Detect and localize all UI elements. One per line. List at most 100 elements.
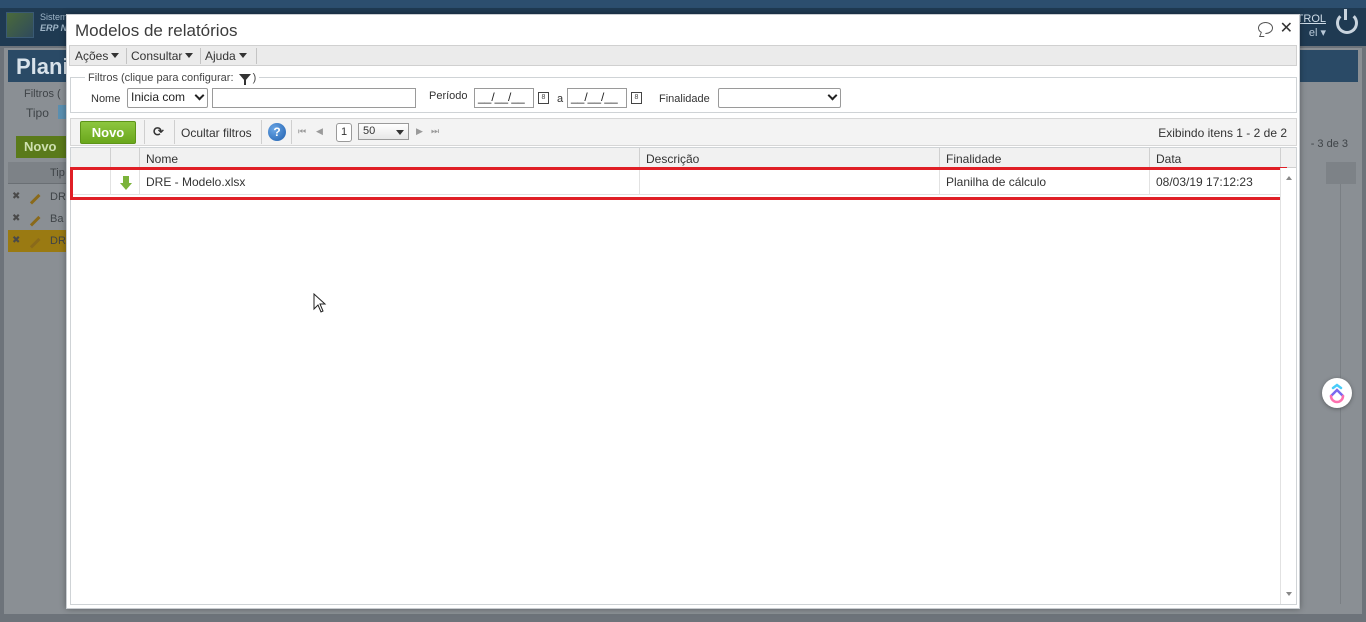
app-row-label: DR [50, 235, 66, 247]
filters-legend[interactable]: Filtros (clique para configurar: ) [85, 72, 260, 85]
menu-acoes-label: Ações [75, 49, 109, 63]
date-from-input[interactable]: __/__/__ [474, 88, 534, 108]
power-icon[interactable] [1336, 9, 1358, 34]
edit-icon[interactable] [23, 209, 41, 227]
system-line-1: Sistem [40, 12, 68, 22]
close-icon[interactable]: ✕ [1280, 18, 1293, 38]
app-grid-header-right [1326, 162, 1356, 184]
dialog-menubar: Ações Consultar Ajuda [69, 45, 1297, 66]
grid-header-action [111, 148, 140, 168]
last-page-icon[interactable]: ⏭ [431, 126, 439, 137]
finalidade-select[interactable] [718, 88, 841, 108]
row-blank-cell [71, 168, 111, 194]
cell-finalidade: Planilha de cálculo [940, 168, 1150, 194]
caret-down-icon [238, 53, 247, 58]
nome-operator-select[interactable]: Inicia com [127, 88, 208, 108]
column-descricao[interactable]: Descrição [640, 148, 940, 168]
cell-nome[interactable]: DRE - Modelo.xlsx [140, 168, 640, 194]
nome-input[interactable] [212, 88, 416, 108]
chevron-down-icon [827, 90, 838, 101]
grid-header-blank [71, 148, 111, 168]
delete-icon[interactable]: ✖ [12, 235, 20, 246]
toolbar-separator [291, 120, 292, 144]
table-row[interactable]: DRE - Modelo.xlsx Planilha de cálculo 08… [71, 168, 1282, 195]
menu-consultar-label: Consultar [131, 49, 183, 63]
page-size-value: 50 [363, 125, 376, 137]
grid-toolbar: Novo ⟳ Ocultar filtros ? ⏮ ◀ 1 50 ▶ ⏭ Ex… [70, 118, 1297, 146]
scroll-up-icon[interactable] [1286, 176, 1292, 180]
filters-legend-text[interactable]: Filtros (clique para configurar: [88, 72, 234, 84]
grid-scrollbar[interactable] [1280, 168, 1296, 604]
cursor-icon [313, 293, 327, 313]
download-icon[interactable] [120, 176, 132, 190]
items-count: Exibindo itens 1 - 2 de 2 [1158, 126, 1287, 140]
comment-icon[interactable] [1258, 22, 1273, 34]
app-user-menu[interactable]: TROL el ▾ [1297, 12, 1326, 40]
scroll-down-icon[interactable] [1286, 592, 1292, 596]
page-size-select[interactable]: 50 [358, 123, 409, 140]
column-finalidade[interactable]: Finalidade [940, 148, 1150, 168]
chevron-down-icon [396, 130, 404, 135]
column-nome[interactable]: Nome [140, 148, 640, 168]
chevron-down-icon [194, 90, 205, 101]
toolbar-separator [174, 120, 175, 144]
app-grid-row[interactable]: ✖ DR [8, 186, 68, 208]
app-grid-row-selected[interactable]: ✖ DR [8, 230, 68, 252]
user-line-1[interactable]: TROL [1297, 13, 1326, 25]
calendar-icon[interactable]: 8 [538, 92, 549, 104]
caret-down-icon [111, 53, 120, 58]
app-novo-button[interactable]: Novo [16, 136, 72, 158]
menu-separator [200, 48, 201, 64]
menu-ajuda-label: Ajuda [205, 49, 236, 63]
date-to-input[interactable]: __/__/__ [567, 88, 627, 108]
caret-down-icon [185, 53, 194, 58]
report-templates-dialog: Modelos de relatórios ✕ Ações Consultar … [66, 14, 1300, 609]
nome-label: Nome [91, 93, 121, 105]
menu-ajuda[interactable]: Ajuda [205, 49, 247, 63]
funnel-icon[interactable] [238, 74, 251, 85]
current-page[interactable]: 1 [336, 123, 352, 142]
delete-icon[interactable]: ✖ [12, 191, 20, 202]
app-system-name: Sistem ERP N [40, 12, 68, 34]
menu-acoes[interactable]: Ações [75, 49, 120, 63]
nome-operator-value: Inicia com [131, 90, 186, 104]
system-line-2: ERP N [40, 23, 68, 33]
refresh-icon[interactable]: ⟳ [153, 125, 166, 138]
calendar-icon[interactable]: 8 [631, 92, 642, 104]
first-page-icon[interactable]: ⏮ [298, 126, 306, 137]
cell-descricao [640, 168, 940, 194]
menu-separator [126, 48, 127, 64]
edit-icon[interactable] [23, 231, 41, 249]
filters-legend-close: ) [252, 72, 257, 84]
app-grid-header: Tip [8, 162, 68, 184]
novo-button[interactable]: Novo [80, 121, 136, 144]
filters-panel: Filtros (clique para configurar: ) Nome … [70, 72, 1297, 113]
hide-filters-button[interactable]: Ocultar filtros [181, 126, 252, 140]
cell-data: 08/03/19 17:12:23 [1156, 175, 1253, 189]
grid-header: Nome Descrição Finalidade Data [71, 148, 1296, 168]
next-page-icon[interactable]: ▶ [416, 126, 423, 137]
edit-icon[interactable] [23, 187, 41, 205]
app-grid-row[interactable]: ✖ Ba [8, 208, 68, 230]
app-row-label: DR [50, 191, 66, 203]
chevron-down-icon: ▾ [1320, 27, 1326, 39]
toolbar-separator [261, 120, 262, 144]
app-filters-label: Filtros ( [24, 88, 61, 100]
templates-grid: Nome Descrição Finalidade Data DRE - Mod… [70, 147, 1297, 605]
toolbar-separator [144, 120, 145, 144]
prev-page-icon[interactable]: ◀ [316, 126, 323, 137]
widget-icon[interactable] [1322, 378, 1352, 408]
user-line-2[interactable]: el [1309, 27, 1318, 39]
periodo-label: Período [429, 90, 468, 102]
app-row-label: Ba [50, 213, 64, 225]
app-count-text: - 3 de 3 [1310, 138, 1348, 150]
menu-separator [256, 48, 257, 64]
column-data[interactable]: Data [1150, 148, 1281, 168]
app-logo [6, 12, 34, 38]
help-icon[interactable]: ? [268, 123, 286, 141]
finalidade-label: Finalidade [659, 93, 710, 105]
dialog-title: Modelos de relatórios [75, 21, 238, 40]
date-range-separator: a [557, 93, 564, 105]
delete-icon[interactable]: ✖ [12, 213, 20, 224]
menu-consultar[interactable]: Consultar [131, 49, 194, 63]
